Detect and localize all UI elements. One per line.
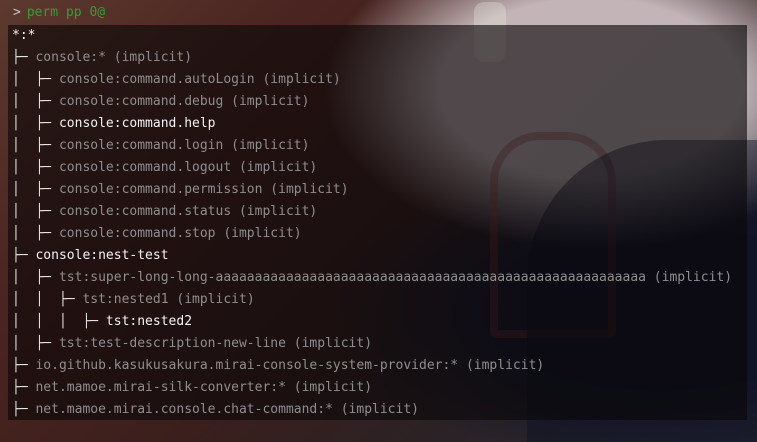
permission-label: console:command.permission (implicit) bbox=[58, 182, 349, 197]
permission-label: console:command.login (implicit) bbox=[58, 138, 310, 153]
tree-connector: ├─ bbox=[12, 402, 36, 417]
tree-connector: │ │ │ ├─ bbox=[12, 314, 106, 329]
tree-line: │ ├─ console:command.help bbox=[8, 113, 747, 135]
permission-label: console:command.status (implicit) bbox=[58, 204, 318, 219]
permission-label: console:command.stop (implicit) bbox=[58, 226, 302, 241]
tree-line: ├─ net.mamoe.mirai-silk-converter:* (imp… bbox=[8, 377, 747, 399]
tree-line: │ ├─ console:command.permission (implici… bbox=[8, 179, 747, 201]
permission-label: tst:nested2 bbox=[105, 314, 193, 329]
tree-connector: │ ├─ bbox=[12, 138, 59, 153]
permission-label: io.github.kasukusakura.mirai-console-sys… bbox=[35, 358, 545, 373]
tree-line: │ ├─ console:command.status (implicit) bbox=[8, 201, 747, 223]
tree-line: │ ├─ console:command.stop (implicit) bbox=[8, 223, 747, 245]
tree-connector: │ ├─ bbox=[12, 226, 59, 241]
tree-connector: ├─ bbox=[12, 248, 36, 263]
tree-connector: │ ├─ bbox=[12, 72, 59, 87]
tree-line: │ ├─ console:command.login (implicit) bbox=[8, 135, 747, 157]
tree-connector: │ │ ├─ bbox=[12, 292, 83, 307]
permission-label: net.mamoe.mirai.console.chat-command:* (… bbox=[35, 402, 419, 417]
tree-connector: │ ├─ bbox=[12, 336, 59, 351]
tree-line: │ ├─ tst:super-long-long-aaaaaaaaaaaaaaa… bbox=[8, 267, 747, 289]
tree-line: │ │ ├─ tst:nested1 (implicit) bbox=[8, 289, 747, 311]
permission-label: tst:super-long-long-aaaaaaaaaaaaaaaaaaaa… bbox=[58, 270, 733, 285]
permission-label: console:command.debug (implicit) bbox=[58, 94, 310, 109]
permission-label: console:* (implicit) bbox=[35, 50, 193, 65]
permission-label: console:command.help bbox=[58, 116, 216, 131]
entered-command: perm pp 0@ bbox=[26, 5, 106, 20]
tree-connector: │ ├─ bbox=[12, 160, 59, 175]
tree-line: │ ├─ console:command.autoLogin (implicit… bbox=[8, 69, 747, 91]
permission-label: console:command.autoLogin (implicit) bbox=[58, 72, 341, 87]
tree-line: │ ├─ tst:test-description-new-line (impl… bbox=[8, 333, 747, 355]
command-prompt-line: > perm pp 0@ bbox=[0, 0, 757, 25]
permission-label: *:* bbox=[12, 28, 36, 43]
tree-line: │ ├─ console:command.debug (implicit) bbox=[8, 91, 747, 113]
tree-line: ├─ console:* (implicit) bbox=[8, 47, 747, 69]
tree-connector: ├─ bbox=[12, 358, 36, 373]
tree-line: ├─ console:nest-test bbox=[8, 245, 747, 267]
permission-label: tst:test-description-new-line (implicit) bbox=[58, 336, 373, 351]
tree-line: ├─ net.mamoe.mirai.console.chat-command:… bbox=[8, 399, 747, 421]
tree-line: │ │ │ ├─ tst:nested2 bbox=[8, 311, 747, 333]
tree-line: ├─ io.github.kasukusakura.mirai-console-… bbox=[8, 355, 747, 377]
tree-line: │ ├─ console:command.logout (implicit) bbox=[8, 157, 747, 179]
tree-connector: ├─ bbox=[12, 380, 36, 395]
permission-label: tst:nested1 (implicit) bbox=[82, 292, 255, 307]
terminal-window[interactable]: > perm pp 0@ *:* ├─ console:* (implicit) … bbox=[0, 0, 757, 442]
permission-label: console:command.logout (implicit) bbox=[58, 160, 318, 175]
tree-connector: ├─ bbox=[12, 50, 36, 65]
permission-label: net.mamoe.mirai-silk-converter:* (implic… bbox=[35, 380, 373, 395]
tree-connector: │ ├─ bbox=[12, 116, 59, 131]
tree-connector: │ ├─ bbox=[12, 270, 59, 285]
tree-connector: │ ├─ bbox=[12, 94, 59, 109]
prompt-symbol: > bbox=[13, 5, 21, 20]
tree-line: *:* bbox=[8, 25, 747, 47]
tree-connector: │ ├─ bbox=[12, 204, 59, 219]
permission-label: console:nest-test bbox=[35, 248, 169, 263]
tree-connector: │ ├─ bbox=[12, 182, 59, 197]
permission-tree-output: *:* ├─ console:* (implicit) │ ├─ console… bbox=[8, 25, 747, 420]
